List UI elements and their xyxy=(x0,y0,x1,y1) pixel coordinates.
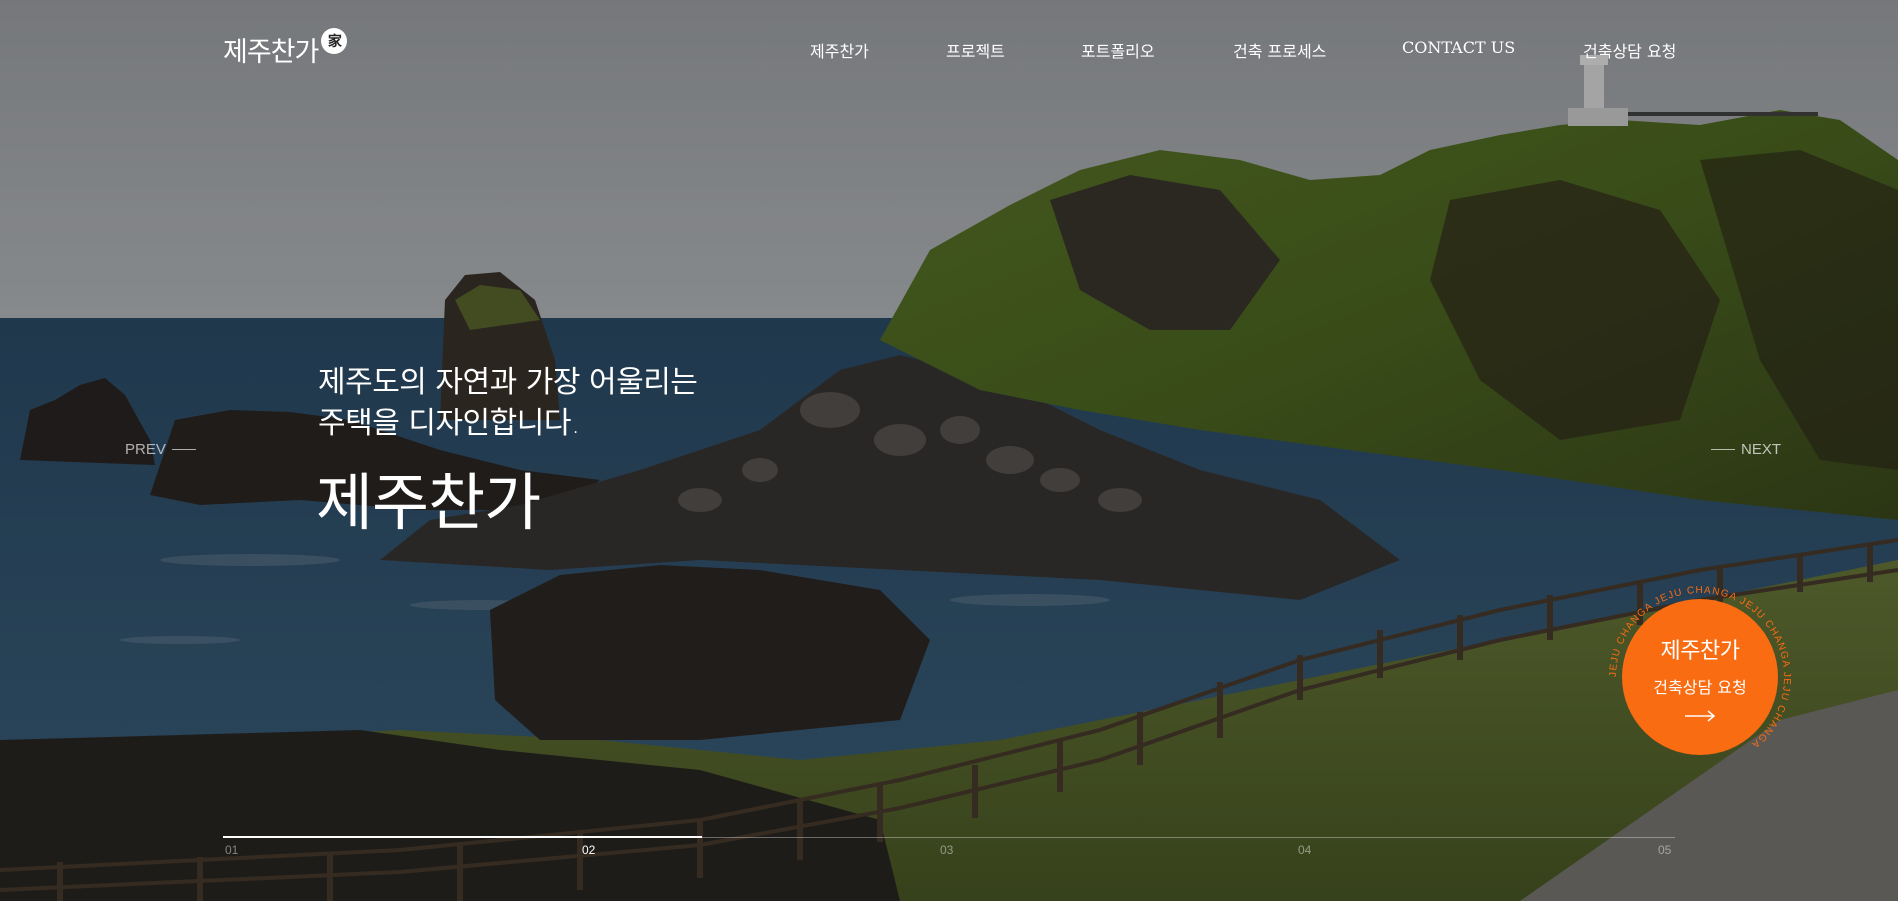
prev-label: PREV xyxy=(125,441,166,458)
next-label: NEXT xyxy=(1741,441,1782,458)
prev-button[interactable]: PREV xyxy=(125,441,196,458)
hero-tagline: 제주도의 자연과 가장 어울리는 주택을 디자인합니다. xyxy=(318,362,698,444)
slide-step-2[interactable]: 02 xyxy=(582,843,595,857)
slide-step-4[interactable]: 04 xyxy=(1298,843,1311,857)
nav-item-contact[interactable]: CONTACT US xyxy=(1402,38,1515,57)
cta-title: 제주찬가 xyxy=(1660,638,1740,664)
hero-title: 제주찬가 xyxy=(316,466,541,539)
consult-cta-button[interactable]: JEJU CHANGA JEJU CHANGA JEJU CHANGA JEJU… xyxy=(1608,585,1792,769)
slide-step-1[interactable]: 01 xyxy=(225,843,238,857)
arrow-right-icon xyxy=(1685,709,1716,722)
next-button[interactable]: NEXT xyxy=(1711,441,1781,458)
progress-fill xyxy=(223,836,703,838)
slide-step-5[interactable]: 05 xyxy=(1658,843,1671,857)
cta-subtitle: 건축상담 요청 xyxy=(1653,677,1747,697)
nav-item-process[interactable]: 건축 프로세스 xyxy=(1233,38,1326,62)
prev-line-icon xyxy=(171,449,196,450)
nav-item-projects[interactable]: 프로젝트 xyxy=(946,38,1005,62)
tagline-line-2: 주택을 디자인합니다. xyxy=(318,406,580,441)
tagline-line-1: 제주도의 자연과 가장 어울리는 xyxy=(318,365,698,400)
cta-disc[interactable]: 제주찬가 건축상담 요청 xyxy=(1622,599,1778,755)
slide-progress: 01 02 03 04 05 xyxy=(223,836,1675,867)
slide-step-3[interactable]: 03 xyxy=(940,843,953,857)
next-line-icon xyxy=(1711,449,1735,450)
nav-item-about[interactable]: 제주찬가 xyxy=(810,38,869,62)
nav-item-consult[interactable]: 건축상담 요청 xyxy=(1583,38,1676,62)
nav-item-portfolio[interactable]: 포트폴리오 xyxy=(1081,38,1155,62)
main-nav: 제주찬가 프로젝트 포트폴리오 건축 프로세스 CONTACT US 건축상담 … xyxy=(0,38,1898,68)
